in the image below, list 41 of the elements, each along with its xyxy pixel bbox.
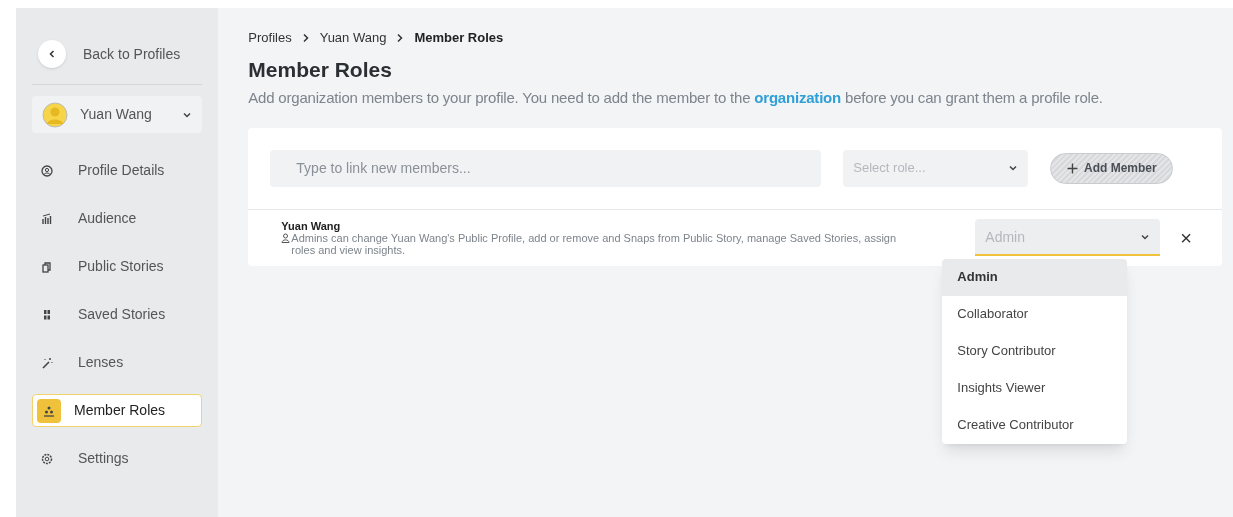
back-link[interactable]: Back to Profiles: [83, 43, 181, 65]
chevron-right-icon: [396, 32, 405, 43]
sidebar-item[interactable]: Saved Stories: [32, 298, 203, 331]
sidebar-item[interactable]: Audience: [32, 202, 203, 235]
chevron-down-icon: [1008, 163, 1019, 173]
remove-button[interactable]: ×: [1180, 227, 1192, 248]
bar-chart-icon: [41, 212, 53, 225]
member-name: Yuan Wang: [281, 219, 342, 232]
person-circle-icon: [41, 164, 53, 177]
dropdown-option[interactable]: Story Contributor: [942, 332, 1128, 370]
member-search-field[interactable]: Type to link new members...: [270, 149, 822, 187]
bookmark-grid-icon: [41, 308, 53, 321]
plus-icon: [1066, 162, 1078, 174]
stacked-cards-icon: [41, 260, 53, 273]
page-title: Member Roles: [248, 56, 393, 83]
sidebar-item[interactable]: Lenses: [32, 346, 203, 379]
profile-dropdown[interactable]: Yuan Wang: [32, 96, 203, 133]
settings-icon: [41, 452, 53, 465]
avatar-icon: [42, 101, 68, 128]
dropdown-option[interactable]: Collaborator: [942, 295, 1128, 333]
chevron-right-icon: [301, 32, 310, 43]
magic-wand-icon: [41, 356, 53, 369]
role-description: Admins can change Yuan Wang's Public Profile, add or remove and Snaps from Public Story, manage Saved Stories, assign roles and view insights.: [291, 231, 898, 256]
people-pyramid-icon: [43, 404, 55, 417]
dropdown-option[interactable]: Creative Contributor: [942, 406, 1128, 444]
breadcrumb-item[interactable]: Yuan Wang: [319, 28, 387, 48]
chevron-down-icon: [1140, 232, 1151, 242]
person-icon: [281, 232, 291, 243]
page-description: Add organization members to your profile. You need to add the member to the organization before you can grant them a profile role.: [248, 88, 1104, 108]
sidebar-item[interactable]: Public Stories: [32, 250, 203, 283]
chevron-left-icon: [47, 49, 57, 59]
dropdown-option[interactable]: Insights Viewer: [942, 369, 1128, 407]
add-member-button[interactable]: Add Member: [1050, 152, 1174, 184]
sidebar-item[interactable]: Profile Details: [32, 154, 203, 187]
dropdown-option[interactable]: Admin: [942, 258, 1128, 296]
back-button[interactable]: [38, 40, 66, 68]
breadcrumb-item: Member Roles: [414, 29, 504, 47]
sidebar-item[interactable]: Settings: [32, 442, 203, 475]
sidebar-item[interactable]: Member Roles: [32, 394, 203, 427]
role-select-field[interactable]: Admin: [975, 219, 1161, 256]
breadcrumb-item[interactable]: Profiles: [248, 28, 292, 48]
